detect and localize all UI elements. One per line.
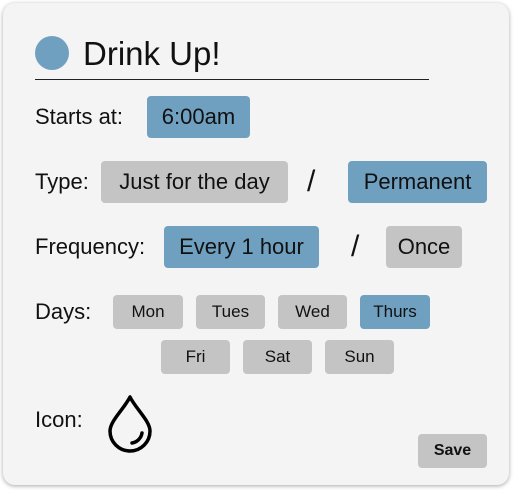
day-wed-button[interactable]: Wed xyxy=(278,295,347,329)
color-picker-dot[interactable] xyxy=(35,36,69,70)
type-label: Type: xyxy=(35,169,89,194)
day-sat-button[interactable]: Sat xyxy=(243,340,312,374)
frequency-label: Frequency: xyxy=(35,234,146,259)
type-just-for-day-button[interactable]: Just for the day xyxy=(101,161,288,203)
type-permanent-button[interactable]: Permanent xyxy=(348,161,487,203)
starts-at-label: Starts at: xyxy=(35,104,124,129)
frequency-every-hour-button[interactable]: Every 1 hour xyxy=(164,226,319,268)
title-row xyxy=(35,33,429,80)
day-sun-button[interactable]: Sun xyxy=(325,340,394,374)
day-tues-button[interactable]: Tues xyxy=(196,295,265,329)
type-separator: / xyxy=(307,165,316,198)
start-time-button[interactable]: 6:00am xyxy=(147,96,250,138)
title-input[interactable] xyxy=(83,33,423,75)
day-thurs-button[interactable]: Thurs xyxy=(360,295,430,329)
day-fri-button[interactable]: Fri xyxy=(161,340,230,374)
water-drop-icon[interactable] xyxy=(104,393,156,453)
day-mon-button[interactable]: Mon xyxy=(113,295,183,329)
save-button[interactable]: Save xyxy=(418,434,487,468)
icon-label: Icon: xyxy=(35,407,83,432)
frequency-separator: / xyxy=(351,230,360,263)
frequency-once-button[interactable]: Once xyxy=(386,226,462,268)
days-label: Days: xyxy=(35,299,92,324)
reminder-card: Starts at: 6:00am Type: Just for the day… xyxy=(3,3,509,485)
